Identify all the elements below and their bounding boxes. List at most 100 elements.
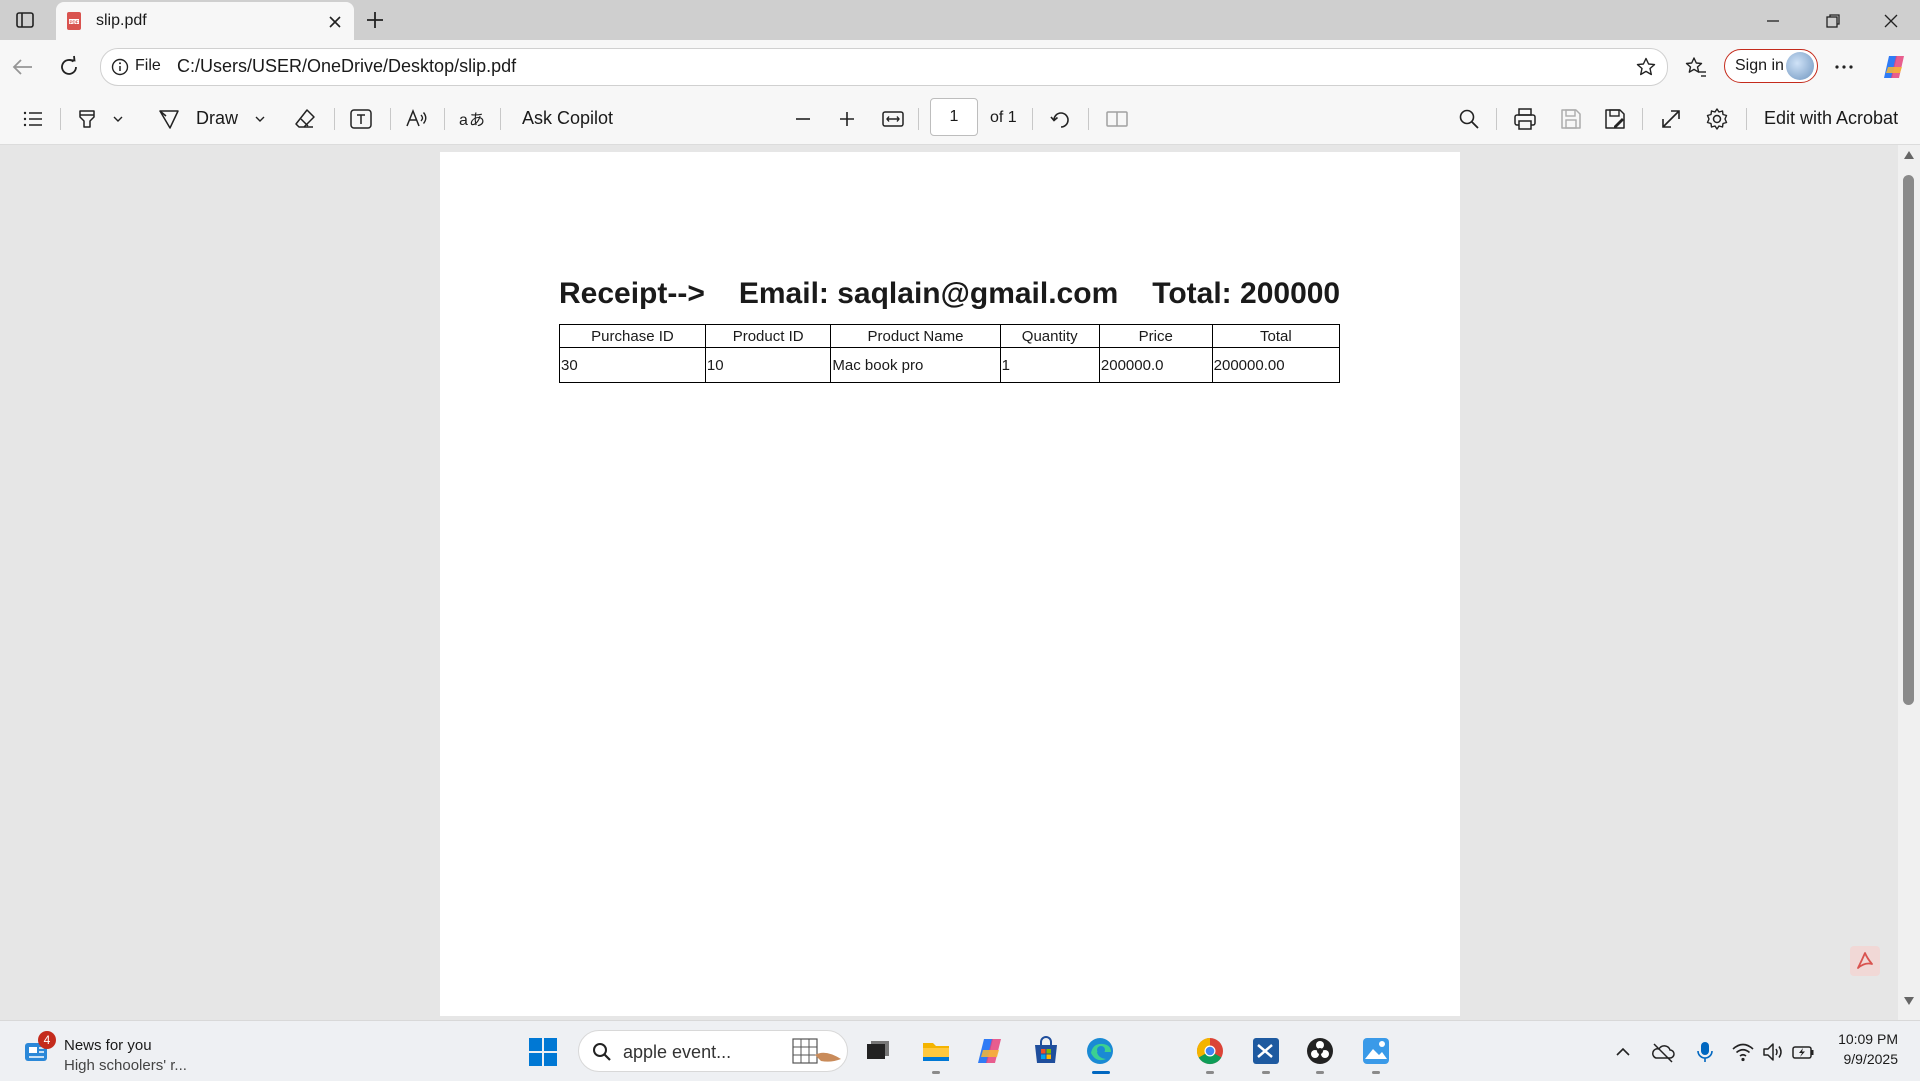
new-tab-icon[interactable] — [364, 9, 386, 31]
save-icon[interactable] — [1558, 106, 1584, 132]
info-icon[interactable] — [111, 58, 129, 76]
ask-copilot-button[interactable]: Ask Copilot — [522, 108, 613, 129]
contents-list-icon[interactable] — [20, 106, 46, 132]
pdf-page: Receipt--> Email: saqlain@gmail.com Total:… — [440, 152, 1460, 1016]
running-indicator — [932, 1071, 940, 1074]
save-as-icon[interactable] — [1602, 106, 1628, 132]
url-text[interactable]: C:/Users/USER/OneDrive/Desktop/slip.pdf — [177, 56, 516, 77]
star-icon[interactable] — [1635, 56, 1657, 78]
page-view-icon[interactable] — [1104, 106, 1130, 132]
scroll-down-arrow-icon[interactable] — [1904, 997, 1914, 1005]
eraser-icon[interactable] — [292, 106, 318, 132]
refresh-icon[interactable] — [56, 54, 82, 80]
toolbar-separator — [500, 108, 501, 130]
microsoft-store-icon[interactable] — [1030, 1035, 1062, 1067]
copilot-app-icon[interactable] — [974, 1035, 1006, 1067]
receipt-label: Receipt--> — [559, 277, 705, 310]
edge-browser-icon[interactable] — [1084, 1035, 1116, 1067]
tab-strip: PDF slip.pdf — [0, 0, 1920, 42]
back-icon[interactable] — [10, 54, 36, 80]
wifi-icon[interactable] — [1730, 1039, 1756, 1065]
close-tab-icon[interactable] — [326, 13, 344, 31]
photos-app-icon[interactable] — [1360, 1035, 1392, 1067]
show-hidden-icons-chevron-up-icon[interactable] — [1612, 1041, 1634, 1063]
toolbar-separator — [1496, 108, 1497, 130]
onedrive-offline-icon[interactable] — [1650, 1039, 1676, 1065]
running-indicator — [1316, 1071, 1324, 1074]
print-icon[interactable] — [1512, 106, 1538, 132]
battery-charging-icon[interactable] — [1790, 1039, 1816, 1065]
table-cell: 10 — [704, 347, 832, 383]
column-header: Purchase ID — [559, 324, 706, 348]
vertical-scrollbar[interactable] — [1898, 145, 1920, 1020]
tab-slip-pdf[interactable]: PDF slip.pdf — [56, 2, 354, 42]
zoom-out-icon[interactable] — [790, 106, 816, 132]
task-view-icon[interactable] — [862, 1035, 894, 1067]
read-aloud-icon[interactable] — [404, 106, 430, 132]
copilot-icon[interactable] — [1880, 53, 1908, 81]
scrollbar-thumb[interactable] — [1903, 175, 1914, 705]
svg-text:a: a — [459, 112, 468, 129]
full-screen-icon[interactable] — [1658, 106, 1684, 132]
minimize-icon[interactable] — [1762, 10, 1784, 32]
search-icon — [591, 1041, 613, 1063]
column-header: Product ID — [704, 324, 832, 348]
site-info-label[interactable]: File — [135, 57, 161, 75]
running-indicator — [1372, 1071, 1380, 1074]
rotate-icon[interactable] — [1048, 106, 1074, 132]
zoom-in-icon[interactable] — [834, 106, 860, 132]
column-header: Quantity — [999, 324, 1100, 348]
windows-start-icon[interactable] — [528, 1037, 558, 1067]
restore-icon[interactable] — [1822, 10, 1844, 32]
page-number-input[interactable]: 1 — [930, 98, 978, 136]
taskbar-search-input[interactable]: apple event... — [578, 1030, 848, 1072]
pdf-file-icon: PDF — [64, 11, 84, 31]
settings-gear-icon[interactable] — [1704, 106, 1730, 132]
scroll-up-arrow-icon[interactable] — [1904, 151, 1914, 159]
sign-in-label: Sign in — [1735, 57, 1784, 74]
tab-title: slip.pdf — [96, 12, 147, 29]
notification-badge: 4 — [38, 1031, 56, 1049]
news-widget[interactable]: 4 News for you High schoolers' r... — [22, 1031, 202, 1075]
receipt-total: Total: 200000 — [1152, 277, 1341, 310]
table-cell: 200000.0 — [1098, 347, 1213, 383]
more-options-icon[interactable] — [1832, 55, 1856, 79]
clock-time[interactable]: 10:09 PM — [1834, 1031, 1898, 1047]
chevron-down-icon[interactable] — [110, 106, 126, 132]
news-title: News for you — [64, 1037, 152, 1054]
acrobat-icon[interactable] — [1850, 946, 1880, 976]
draw-icon[interactable] — [156, 106, 182, 132]
volume-icon[interactable] — [1760, 1039, 1786, 1065]
table-cell: 200000.00 — [1211, 347, 1341, 383]
table-row: 30 10 Mac book pro 1 200000.0 200000.00 — [559, 347, 1341, 383]
tab-actions-icon[interactable] — [14, 9, 36, 31]
microphone-icon[interactable] — [1694, 1039, 1716, 1065]
running-indicator — [1262, 1071, 1270, 1074]
translate-icon[interactable]: aあ — [458, 106, 486, 132]
edit-with-acrobat-button[interactable]: Edit with Acrobat — [1764, 108, 1898, 129]
search-text: apple event... — [623, 1042, 732, 1062]
toolbar-separator — [334, 108, 335, 130]
url-field[interactable]: File C:/Users/USER/OneDrive/Desktop/slip… — [100, 48, 1668, 86]
address-bar: File C:/Users/USER/OneDrive/Desktop/slip… — [0, 40, 1920, 94]
favorites-icon[interactable] — [1684, 55, 1708, 79]
running-indicator — [1206, 1071, 1214, 1074]
highlight-icon[interactable] — [74, 106, 100, 132]
chevron-down-icon[interactable] — [252, 106, 268, 132]
fit-to-width-icon[interactable] — [880, 106, 906, 132]
chrome-icon[interactable] — [1194, 1035, 1226, 1067]
avatar — [1786, 52, 1814, 80]
find-icon[interactable] — [1456, 106, 1482, 132]
close-window-icon[interactable] — [1880, 10, 1902, 32]
obs-studio-icon[interactable] — [1304, 1035, 1336, 1067]
visual-studio-code-icon[interactable] — [1250, 1035, 1282, 1067]
page-count-label: of 1 — [990, 109, 1017, 126]
file-explorer-icon[interactable] — [920, 1035, 952, 1067]
add-text-icon[interactable] — [348, 106, 374, 132]
table-header-row: Purchase ID Product ID Product Name Quan… — [559, 324, 1341, 348]
draw-label[interactable]: Draw — [196, 108, 238, 129]
active-app-indicator — [1092, 1071, 1110, 1074]
sign-in-button[interactable]: Sign in — [1724, 49, 1818, 83]
clock-date[interactable]: 9/9/2025 — [1834, 1051, 1899, 1067]
toolbar-separator — [1642, 108, 1643, 130]
